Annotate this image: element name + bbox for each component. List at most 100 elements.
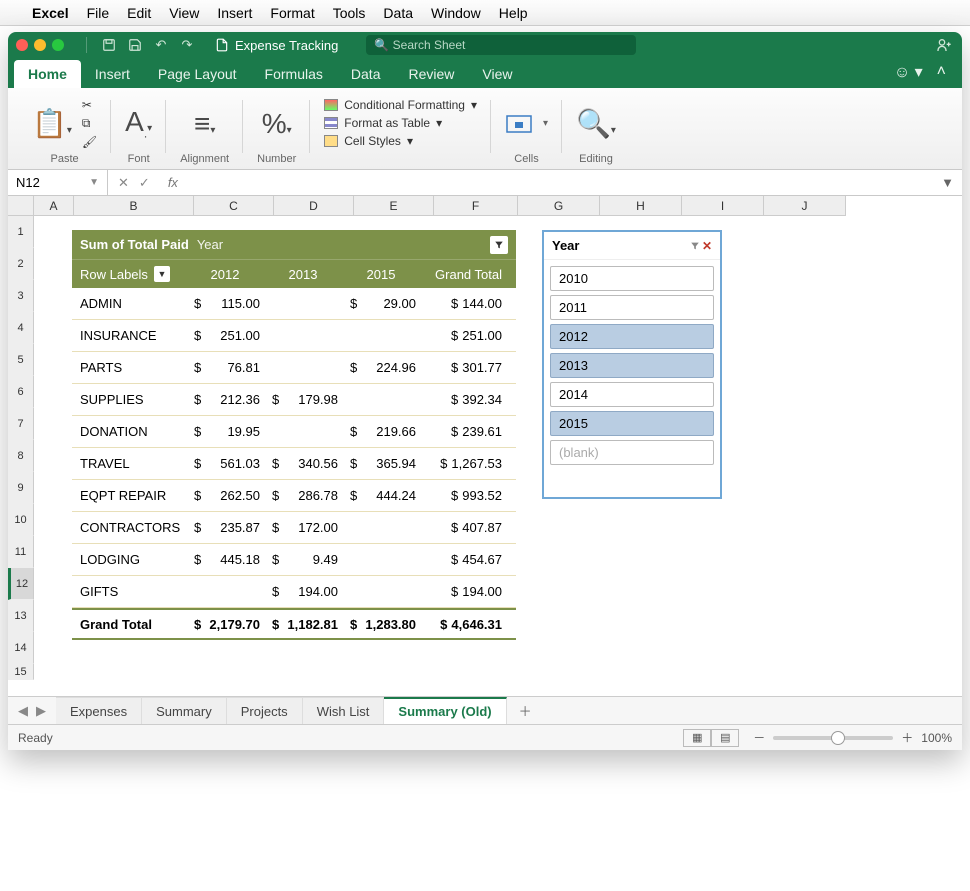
cells-area[interactable]: Sum of Total Paid Year Row Labels ▼ 2012…	[34, 216, 962, 696]
pivot-col-3[interactable]: 2015	[342, 267, 420, 282]
pivot-row[interactable]: CONTRACTORS $235.87 $172.00 $407.87	[72, 512, 516, 544]
enter-formula-icon[interactable]: ✓	[139, 175, 150, 191]
row-header-3[interactable]: 3	[8, 280, 34, 312]
menu-view[interactable]: View	[169, 5, 199, 21]
view-page-layout-icon[interactable]: ▤	[711, 729, 739, 747]
tab-review[interactable]: Review	[394, 60, 468, 88]
zoom-in-icon[interactable]: ＋	[901, 729, 913, 746]
select-all-corner[interactable]	[8, 196, 34, 216]
row-header-5[interactable]: 5	[8, 344, 34, 376]
zoom-slider[interactable]	[773, 736, 893, 740]
col-header-H[interactable]: H	[600, 196, 682, 216]
pivot-row[interactable]: SUPPLIES $212.36 $179.98 $392.34	[72, 384, 516, 416]
sheet-tab-wish-list[interactable]: Wish List	[303, 697, 385, 724]
sheet-tab-expenses[interactable]: Expenses	[56, 697, 142, 724]
undo-icon[interactable]: ↶	[151, 35, 171, 55]
row-header-6[interactable]: 6	[8, 376, 34, 408]
emoji-icon[interactable]: ☺ ▾	[894, 62, 923, 82]
number-icon[interactable]: %▾	[262, 108, 292, 140]
col-header-I[interactable]: I	[682, 196, 764, 216]
row-header-13[interactable]: 13	[8, 600, 34, 632]
alignment-icon[interactable]: ≡▾	[194, 108, 215, 140]
cancel-formula-icon[interactable]: ✕	[118, 175, 129, 191]
sheet-nav-prev-icon[interactable]: ◀	[18, 703, 28, 719]
menu-insert[interactable]: Insert	[217, 5, 252, 21]
menu-file[interactable]: File	[87, 5, 110, 21]
sheet-tab-summary-old-[interactable]: Summary (Old)	[384, 697, 506, 724]
cells-icon[interactable]	[505, 112, 533, 136]
menu-tools[interactable]: Tools	[333, 5, 366, 21]
menu-edit[interactable]: Edit	[127, 5, 151, 21]
tab-home[interactable]: Home	[14, 60, 81, 88]
redo-icon[interactable]: ↷	[177, 35, 197, 55]
row-header-8[interactable]: 8	[8, 440, 34, 472]
view-normal-icon[interactable]: ▦	[683, 729, 711, 747]
slicer-item-blank[interactable]: (blank)	[550, 440, 714, 465]
row-header-14[interactable]: 14	[8, 632, 34, 664]
pivot-col-1[interactable]: 2012	[186, 267, 264, 282]
editing-icon[interactable]: 🔍▾	[576, 107, 616, 140]
pivot-col-2[interactable]: 2013	[264, 267, 342, 282]
pivot-row[interactable]: PARTS $76.81 $224.96 $301.77	[72, 352, 516, 384]
pivot-row[interactable]: TRAVEL $561.03 $340.56 $365.94 $1,267.53	[72, 448, 516, 480]
menu-help[interactable]: Help	[499, 5, 528, 21]
row-header-11[interactable]: 11	[8, 536, 34, 568]
copy-icon[interactable]: ⧉	[82, 116, 97, 131]
zoom-out-icon[interactable]: －	[753, 729, 765, 746]
pivot-row[interactable]: ADMIN $115.00 $29.00 $144.00	[72, 288, 516, 320]
col-header-C[interactable]: C	[194, 196, 274, 216]
minimize-button[interactable]	[34, 39, 46, 51]
conditional-formatting-button[interactable]: Conditional Formatting ▾	[324, 98, 477, 112]
name-box[interactable]: N12 ▼	[8, 170, 108, 195]
col-header-F[interactable]: F	[434, 196, 518, 216]
row-header-4[interactable]: 4	[8, 312, 34, 344]
chevron-down-icon[interactable]: ▼	[89, 177, 99, 188]
row-header-7[interactable]: 7	[8, 408, 34, 440]
save-icon[interactable]	[125, 35, 145, 55]
col-header-J[interactable]: J	[764, 196, 846, 216]
row-header-10[interactable]: 10	[8, 504, 34, 536]
font-icon[interactable]: A.▾	[125, 106, 152, 141]
menu-data[interactable]: Data	[383, 5, 413, 21]
col-header-B[interactable]: B	[74, 196, 194, 216]
slicer-clear-filter-icon[interactable]: ✕	[690, 239, 712, 253]
slicer-item-2010[interactable]: 2010	[550, 266, 714, 291]
pivot-grand-total-row[interactable]: Grand Total $2,179.70 $1,182.81 $1,283.8…	[72, 608, 516, 640]
slicer-item-2014[interactable]: 2014	[550, 382, 714, 407]
pivot-row[interactable]: LODGING $445.18 $9.49 $454.67	[72, 544, 516, 576]
add-sheet-button[interactable]: ＋	[507, 701, 544, 720]
row-header-9[interactable]: 9	[8, 472, 34, 504]
pivot-row[interactable]: GIFTS $194.00 $194.00	[72, 576, 516, 608]
menu-app[interactable]: Excel	[32, 5, 69, 21]
formula-input[interactable]	[186, 170, 933, 195]
pivot-row-dropdown-icon[interactable]: ▼	[154, 266, 170, 282]
slicer-item-2015[interactable]: 2015	[550, 411, 714, 436]
maximize-button[interactable]	[52, 39, 64, 51]
pivot-filter-icon[interactable]	[490, 236, 508, 254]
tab-insert[interactable]: Insert	[81, 60, 144, 88]
autosave-icon[interactable]	[99, 35, 119, 55]
slicer-item-2011[interactable]: 2011	[550, 295, 714, 320]
zoom-control[interactable]: － ＋ 100%	[753, 729, 952, 746]
cell-styles-button[interactable]: Cell Styles ▾	[324, 134, 477, 148]
tab-data[interactable]: Data	[337, 60, 395, 88]
slicer-item-2012[interactable]: 2012	[550, 324, 714, 349]
pivot-row[interactable]: DONATION $19.95 $219.66 $239.61	[72, 416, 516, 448]
share-icon[interactable]	[934, 35, 954, 55]
col-header-E[interactable]: E	[354, 196, 434, 216]
menu-window[interactable]: Window	[431, 5, 481, 21]
year-slicer[interactable]: Year ✕ 201020112012201320142015(blank)	[542, 230, 722, 499]
tab-page-layout[interactable]: Page Layout	[144, 60, 251, 88]
cut-icon[interactable]: ✂	[82, 98, 97, 112]
format-painter-icon[interactable]: 🖌	[82, 135, 97, 149]
collapse-ribbon-icon[interactable]: ˄	[937, 63, 946, 81]
row-header-15[interactable]: 15	[8, 664, 34, 680]
paste-icon[interactable]: 📋▾	[32, 107, 72, 140]
sheet-tab-projects[interactable]: Projects	[227, 697, 303, 724]
col-header-D[interactable]: D	[274, 196, 354, 216]
menu-format[interactable]: Format	[270, 5, 314, 21]
slicer-item-2013[interactable]: 2013	[550, 353, 714, 378]
pivot-row[interactable]: EQPT REPAIR $262.50 $286.78 $444.24 $993…	[72, 480, 516, 512]
sheet-nav-next-icon[interactable]: ▶	[36, 703, 46, 719]
row-header-2[interactable]: 2	[8, 248, 34, 280]
